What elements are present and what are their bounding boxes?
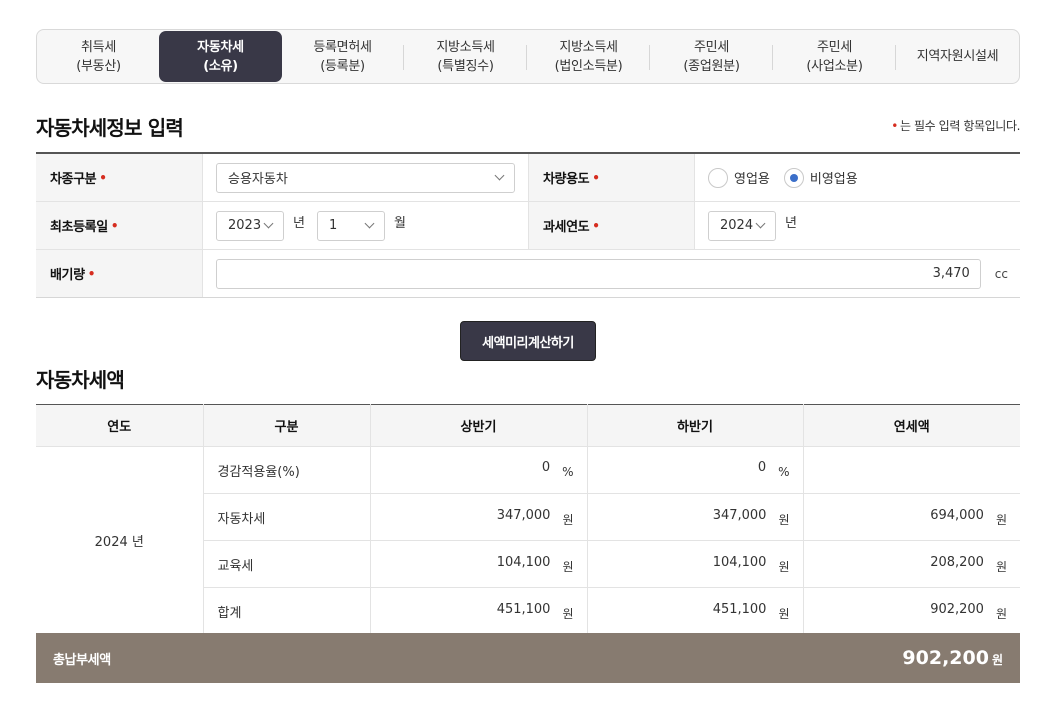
year-value: 2023: [228, 218, 262, 233]
displacement-label: 배기량 •: [36, 250, 203, 297]
tab-label: 취득세: [81, 39, 116, 55]
tab-label: 등록면허세: [313, 39, 372, 55]
second-half-cell: 451,100 원: [587, 587, 804, 635]
column-header-first-half: 상반기: [370, 404, 588, 447]
vehicle-type-cell: 승용자동차: [203, 154, 528, 201]
tab-local-income-tax-corporate[interactable]: 지방소득세 (법인소득분): [527, 30, 650, 83]
tab-vehicle-tax[interactable]: 자동차세 (소유): [159, 31, 282, 82]
displacement-unit: cc: [994, 266, 1008, 281]
usage-label: 차량용도 •: [528, 154, 695, 201]
tab-acquisition-tax[interactable]: 취득세 (부동산): [37, 30, 160, 83]
kind-cell: 경감적용율(%): [203, 446, 371, 494]
vehicle-type-label: 차종구분 •: [36, 154, 203, 201]
tab-sublabel: (부동산): [76, 58, 121, 74]
chevron-down-icon: [494, 170, 505, 180]
form-section-title: 자동차세정보 입력: [36, 116, 184, 140]
result-section-title: 자동차세액: [36, 368, 125, 392]
first-registration-month-select[interactable]: 1: [316, 210, 385, 241]
annual-cell: 902,200 원: [803, 587, 1020, 635]
column-header-annual: 연세액: [803, 404, 1020, 447]
tab-sublabel: (등록분): [320, 58, 365, 74]
tab-registration-license-tax[interactable]: 등록면허세 (등록분): [281, 30, 404, 83]
tax-year-label: 과세연도 •: [528, 202, 695, 249]
vehicle-type-value: 승용자동차: [228, 172, 288, 187]
tab-resident-tax-employee[interactable]: 주민세 (종업원분): [650, 30, 773, 83]
first-registration-cell: 2023 년 1 월: [203, 202, 528, 249]
first-half-cell: 104,100 원: [370, 540, 588, 588]
calculate-tax-button[interactable]: 세액미리계산하기: [460, 321, 596, 361]
displacement-cell: 3,470 cc: [203, 250, 1020, 297]
total-payment-bar: 총납부세액 902,200 원: [36, 633, 1020, 683]
tab-sublabel: (특별징수): [437, 58, 494, 74]
chevron-down-icon: [755, 218, 766, 228]
column-header-second-half: 하반기: [587, 404, 804, 447]
table-row: 2024 년 경감적용율(%) 0% 0%: [36, 446, 1020, 635]
month-value: 1: [328, 218, 338, 233]
annual-cell: 694,000 원: [803, 493, 1020, 541]
displacement-input[interactable]: 3,470: [216, 258, 981, 289]
tab-resident-tax-business[interactable]: 주민세 (사업소분): [773, 30, 896, 83]
usage-radio-non-commercial[interactable]: 비영업용: [783, 167, 858, 188]
first-half-cell: 451,100 원: [370, 587, 588, 635]
form-row: 배기량 • 3,470 cc: [36, 250, 1020, 298]
tab-label: 주민세: [694, 39, 729, 55]
radio-circle[interactable]: [708, 167, 728, 188]
second-half-cell: 347,000 원: [587, 493, 804, 541]
second-half-cell: 104,100 원: [587, 540, 804, 588]
column-header-kind: 구분: [203, 404, 371, 447]
total-payment-label: 총납부세액: [53, 652, 111, 668]
annual-cell: 208,200 원: [803, 540, 1020, 588]
tab-sublabel: (종업원분): [683, 58, 740, 74]
tax-year-cell: 2024 년: [695, 202, 1020, 249]
required-note: • 는 필수 입력 항목입니다.: [891, 117, 1020, 134]
radio-label: 영업용: [734, 172, 770, 187]
chevron-down-icon: [263, 218, 274, 228]
kind-cell: 교육세: [203, 540, 371, 588]
month-unit: 월: [393, 216, 406, 231]
total-payment-amount: 902,200 원: [902, 647, 1003, 669]
year-unit: 년: [785, 216, 797, 231]
first-half-cell: 0%: [370, 446, 588, 494]
radio-label: 비영업용: [809, 172, 858, 187]
usage-radio-commercial[interactable]: 영업용: [708, 167, 770, 188]
second-half-cell: 0%: [587, 446, 804, 494]
radio-circle-selected[interactable]: [783, 167, 804, 188]
required-mark: •: [891, 119, 898, 133]
tab-label: 지방소득세: [559, 39, 618, 55]
annual-cell: [803, 446, 1020, 494]
tab-sublabel: (소유): [203, 58, 238, 74]
year-unit: 년: [293, 216, 305, 231]
kind-cell: 자동차세: [203, 493, 371, 541]
tax-year-select[interactable]: 2024: [708, 210, 776, 241]
vehicle-type-select[interactable]: 승용자동차: [216, 162, 515, 193]
column-header-year: 연도: [36, 404, 204, 447]
chevron-down-icon: [364, 218, 375, 228]
tab-sublabel: (법인소득분): [554, 58, 623, 74]
usage-cell: 영업용 비영업용: [695, 154, 1020, 201]
kind-cell: 합계: [203, 587, 371, 635]
vehicle-info-form: 차종구분 • 승용자동차 차량용도 • 영업용 비영업용 최초등록일 • 2023: [36, 152, 1020, 298]
tax-type-tabs: 취득세 (부동산) 자동차세 (소유) 등록면허세 (등록분) 지방소득세 (특…: [36, 29, 1020, 84]
first-half-cell: 347,000 원: [370, 493, 588, 541]
tab-label: 자동차세: [197, 39, 244, 55]
tab-label: 지역자원시설세: [916, 49, 999, 64]
tab-label: 지방소득세: [436, 39, 495, 55]
tax-year-value: 2024: [720, 218, 754, 233]
first-registration-year-select[interactable]: 2023: [216, 210, 284, 241]
required-note-text: 는 필수 입력 항목입니다.: [899, 119, 1020, 133]
form-row: 최초등록일 • 2023 년 1 월 과세연도 • 2024 년: [36, 202, 1020, 250]
tab-local-income-tax-withholding[interactable]: 지방소득세 (특별징수): [404, 30, 527, 83]
tax-result-table: 연도 구분 상반기 하반기 연세액 2024 년 경감적용율(%) 0% 0% …: [36, 404, 1020, 635]
year-cell: 2024 년: [36, 446, 204, 635]
table-header-row: 연도 구분 상반기 하반기 연세액: [36, 404, 1020, 447]
tab-sublabel: (사업소분): [806, 58, 863, 74]
form-row: 차종구분 • 승용자동차 차량용도 • 영업용 비영업용: [36, 154, 1020, 202]
tab-label: 주민세: [817, 39, 852, 55]
tab-regional-resource-facility-tax[interactable]: 지역자원시설세: [896, 30, 1019, 83]
first-registration-label: 최초등록일 •: [36, 202, 203, 249]
